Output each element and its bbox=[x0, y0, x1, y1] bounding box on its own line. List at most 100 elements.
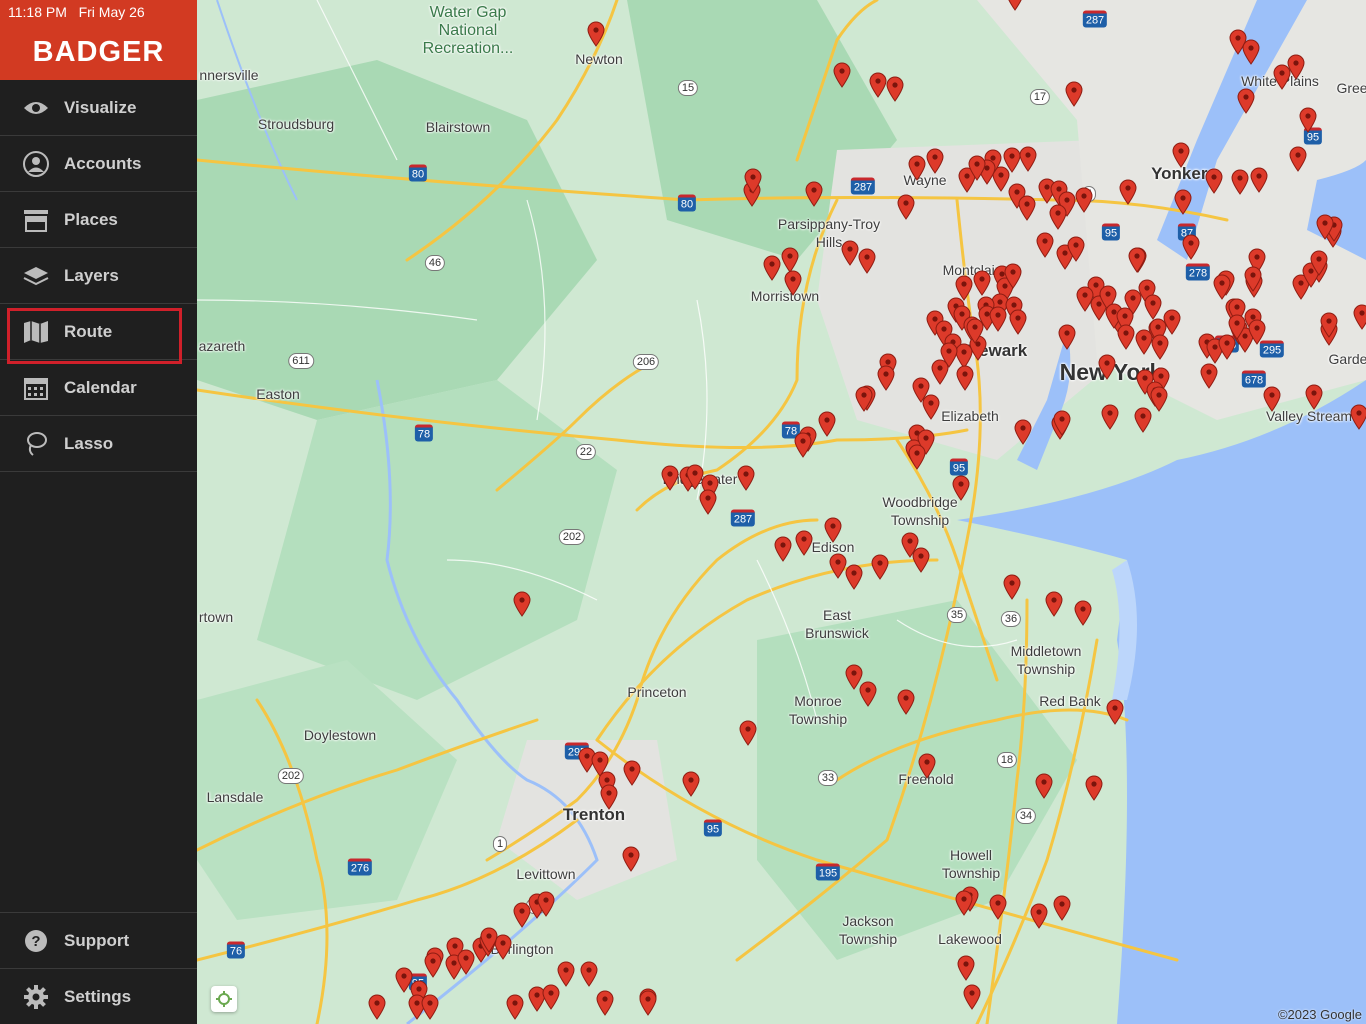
account-pin[interactable] bbox=[1003, 574, 1021, 600]
account-pin[interactable] bbox=[845, 564, 863, 590]
account-pin[interactable] bbox=[368, 994, 386, 1020]
account-pin[interactable] bbox=[918, 753, 936, 779]
account-pin[interactable] bbox=[1067, 236, 1085, 262]
account-pin[interactable] bbox=[922, 394, 940, 420]
account-pin[interactable] bbox=[1101, 404, 1119, 430]
account-pin[interactable] bbox=[1098, 354, 1116, 380]
account-pin[interactable] bbox=[912, 547, 930, 573]
account-pin[interactable] bbox=[457, 949, 475, 975]
account-pin[interactable] bbox=[869, 72, 887, 98]
account-pin[interactable] bbox=[795, 530, 813, 556]
account-pin[interactable] bbox=[794, 432, 812, 458]
account-pin[interactable] bbox=[623, 760, 641, 786]
account-pin[interactable] bbox=[855, 386, 873, 412]
account-pin[interactable] bbox=[1019, 146, 1037, 172]
account-pin[interactable] bbox=[1151, 334, 1169, 360]
account-pin[interactable] bbox=[1119, 179, 1137, 205]
account-pin[interactable] bbox=[833, 62, 851, 88]
account-pin[interactable] bbox=[424, 952, 442, 978]
account-pin[interactable] bbox=[774, 536, 792, 562]
account-pin[interactable] bbox=[1045, 591, 1063, 617]
account-pin[interactable] bbox=[926, 148, 944, 174]
account-pin[interactable] bbox=[1004, 263, 1022, 289]
account-pin[interactable] bbox=[537, 891, 555, 917]
account-pin[interactable] bbox=[1250, 167, 1268, 193]
account-pin[interactable] bbox=[1117, 324, 1135, 350]
account-pin[interactable] bbox=[1200, 363, 1218, 389]
account-pin[interactable] bbox=[877, 365, 895, 391]
account-pin[interactable] bbox=[1085, 775, 1103, 801]
account-pin[interactable] bbox=[1006, 0, 1024, 11]
account-pin[interactable] bbox=[1049, 204, 1067, 230]
account-pin[interactable] bbox=[1242, 39, 1260, 65]
account-pin[interactable] bbox=[897, 194, 915, 220]
nav-item-calendar[interactable]: Calendar bbox=[0, 360, 197, 416]
nav-item-places[interactable]: Places bbox=[0, 192, 197, 248]
account-pin[interactable] bbox=[600, 784, 618, 810]
account-pin[interactable] bbox=[1014, 419, 1032, 445]
account-pin[interactable] bbox=[480, 927, 498, 953]
nav-item-route[interactable]: Route bbox=[0, 304, 197, 364]
account-pin[interactable] bbox=[1065, 81, 1083, 107]
nav-item-accounts[interactable]: Accounts bbox=[0, 136, 197, 192]
nav-item-visualize[interactable]: Visualize bbox=[0, 80, 197, 136]
account-pin[interactable] bbox=[421, 994, 439, 1020]
account-pin[interactable] bbox=[1248, 319, 1266, 345]
account-pin[interactable] bbox=[871, 554, 889, 580]
account-pin[interactable] bbox=[1305, 384, 1323, 410]
account-pin[interactable] bbox=[1075, 187, 1093, 213]
account-pin[interactable] bbox=[1263, 386, 1281, 412]
nav-item-support[interactable]: ? Support bbox=[0, 912, 197, 968]
account-pin[interactable] bbox=[1231, 169, 1249, 195]
account-pin[interactable] bbox=[699, 489, 717, 515]
account-pin[interactable] bbox=[841, 240, 859, 266]
account-pin[interactable] bbox=[966, 318, 984, 344]
nav-item-layers[interactable]: Layers bbox=[0, 248, 197, 304]
account-pin[interactable] bbox=[506, 994, 524, 1020]
account-pin[interactable] bbox=[908, 155, 926, 181]
account-pin[interactable] bbox=[1237, 88, 1255, 114]
account-pin[interactable] bbox=[1035, 773, 1053, 799]
account-pin[interactable] bbox=[580, 961, 598, 987]
account-pin[interactable] bbox=[1053, 895, 1071, 921]
account-pin[interactable] bbox=[587, 21, 605, 47]
account-pin[interactable] bbox=[1228, 314, 1246, 340]
account-pin[interactable] bbox=[1030, 903, 1048, 929]
account-pin[interactable] bbox=[1353, 304, 1366, 330]
account-pin[interactable] bbox=[908, 444, 926, 470]
account-pin[interactable] bbox=[1205, 168, 1223, 194]
account-pin[interactable] bbox=[897, 689, 915, 715]
account-pin[interactable] bbox=[1036, 232, 1054, 258]
account-pin[interactable] bbox=[542, 984, 560, 1010]
account-pin[interactable] bbox=[739, 720, 757, 746]
account-pin[interactable] bbox=[955, 890, 973, 916]
account-pin[interactable] bbox=[682, 771, 700, 797]
account-pin[interactable] bbox=[859, 681, 877, 707]
account-pin[interactable] bbox=[805, 181, 823, 207]
account-pin[interactable] bbox=[989, 306, 1007, 332]
account-pin[interactable] bbox=[824, 517, 842, 543]
account-pin[interactable] bbox=[1144, 294, 1162, 320]
account-pin[interactable] bbox=[744, 168, 762, 194]
account-pin[interactable] bbox=[661, 465, 679, 491]
account-pin[interactable] bbox=[784, 270, 802, 296]
account-pin[interactable] bbox=[956, 365, 974, 391]
account-pin[interactable] bbox=[968, 155, 986, 181]
account-pin[interactable] bbox=[1150, 386, 1168, 412]
account-pin[interactable] bbox=[513, 591, 531, 617]
account-pin[interactable] bbox=[957, 955, 975, 981]
account-pin[interactable] bbox=[1350, 404, 1366, 430]
account-pin[interactable] bbox=[1009, 309, 1027, 335]
account-pin[interactable] bbox=[818, 411, 836, 437]
account-pin[interactable] bbox=[989, 894, 1007, 920]
account-pin[interactable] bbox=[1074, 600, 1092, 626]
account-pin[interactable] bbox=[931, 359, 949, 385]
account-pin[interactable] bbox=[1182, 234, 1200, 260]
map-view[interactable]: Water Gap National Recreation... Newton … bbox=[197, 0, 1366, 1024]
account-pin[interactable] bbox=[1310, 250, 1328, 276]
account-pin[interactable] bbox=[1128, 247, 1146, 273]
account-pin[interactable] bbox=[622, 846, 640, 872]
account-pin[interactable] bbox=[1134, 407, 1152, 433]
nav-item-settings[interactable]: Settings bbox=[0, 968, 197, 1024]
account-pin[interactable] bbox=[1053, 410, 1071, 436]
